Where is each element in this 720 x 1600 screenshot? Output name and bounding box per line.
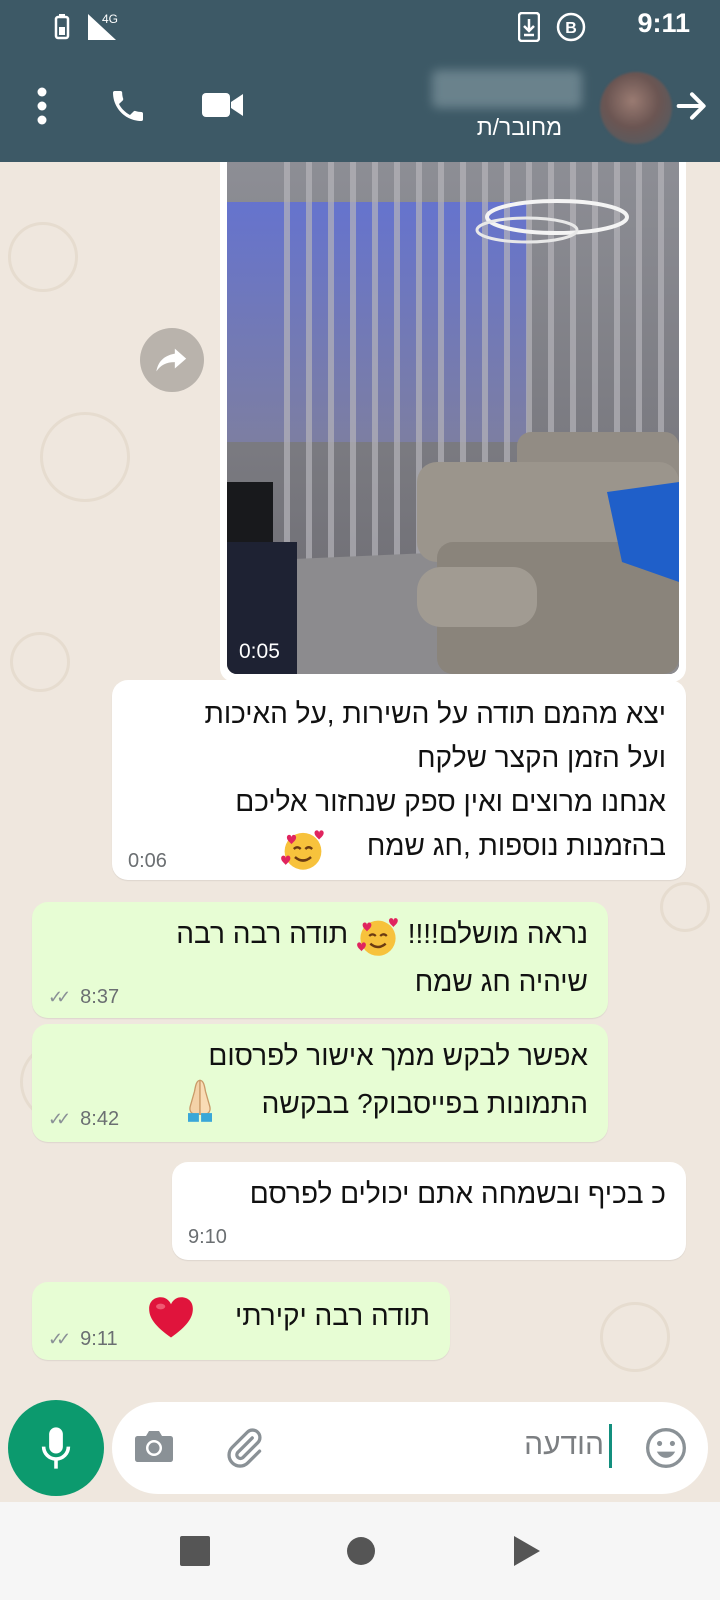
wallpaper-doodle xyxy=(660,882,710,932)
mic-icon xyxy=(41,1427,71,1469)
message-meta: ✓✓ 9:11 xyxy=(48,1328,118,1351)
camera-icon[interactable] xyxy=(134,1428,174,1464)
message-line: אנחנו מרוצים ואין ספק שנחזור אליכם xyxy=(235,786,666,817)
message-time: 8:42 xyxy=(80,1108,120,1130)
emoji-icon[interactable] xyxy=(644,1426,688,1470)
message-meta: ✓✓ 8:37 xyxy=(48,986,119,1009)
wallpaper-doodle xyxy=(8,222,78,292)
message-line: ועל הזמן הקצר שלקח xyxy=(417,742,666,773)
message-bubble-outgoing[interactable]: אפשר לבקש ממך אישור לפרסום התמונות בפייס… xyxy=(32,1024,608,1142)
network-type: 4G xyxy=(102,12,119,26)
read-ticks-icon: ✓✓ xyxy=(48,1329,71,1349)
wallpaper-doodle xyxy=(40,412,130,502)
smiling-face-with-hearts-icon xyxy=(357,917,398,956)
video-message[interactable]: 0:05 xyxy=(220,162,686,682)
avatar[interactable] xyxy=(600,72,672,144)
message-time: 0:06 xyxy=(128,850,167,872)
call-icon[interactable] xyxy=(108,86,148,126)
forward-arrow-icon[interactable] xyxy=(672,86,712,126)
system-nav-bar xyxy=(0,1502,720,1600)
attach-icon[interactable] xyxy=(222,1426,266,1470)
text-cursor xyxy=(609,1424,612,1468)
recent-apps-icon[interactable] xyxy=(180,1536,210,1566)
message-line: יצא מהמם תודה על השירות ,על האיכות xyxy=(204,698,666,729)
contact-status: מחובר/ת xyxy=(476,114,562,140)
living-room-photo xyxy=(227,162,679,674)
chat-area[interactable]: 0:05 יצא מהמם תודה על השירות ,על האיכות … xyxy=(0,162,720,1502)
smiling-face-with-hearts-icon xyxy=(281,830,324,870)
message-meta: ✓✓ 8:42 xyxy=(48,1108,119,1131)
message-line-group: נראה מושלם!!!! תודה רבה רבה xyxy=(176,912,588,958)
read-ticks-icon: ✓✓ xyxy=(48,987,71,1007)
home-icon[interactable] xyxy=(346,1536,376,1566)
b-badge-icon: B xyxy=(556,12,586,42)
message-time: 8:37 xyxy=(80,986,120,1008)
chat-header: מחובר/ת xyxy=(0,56,720,162)
message-line: תודה רבה רבה xyxy=(176,918,349,949)
message-line: נראה מושלם!!!! xyxy=(407,918,588,949)
wallpaper-doodle xyxy=(600,1302,670,1372)
message-bubble-outgoing[interactable]: תודה רבה יקירתי ✓✓ 9:11 xyxy=(32,1282,450,1360)
message-composer[interactable]: הודעה xyxy=(112,1402,708,1494)
wallpaper-doodle xyxy=(10,632,70,692)
video-thumbnail[interactable]: 0:05 xyxy=(227,162,679,674)
message-line: כ בכיף ובשמחה אתם יכולים לפרסם xyxy=(249,1178,666,1209)
share-arrow-icon xyxy=(156,348,187,372)
message-input[interactable]: הודעה xyxy=(524,1428,604,1462)
svg-text:B: B xyxy=(565,20,577,37)
message-line: בהזמנות נוספות ,חג שמח xyxy=(366,830,666,861)
more-vert-icon[interactable] xyxy=(36,86,48,126)
back-icon[interactable] xyxy=(512,1534,542,1568)
forward-message-button[interactable] xyxy=(140,328,204,392)
message-line: אפשר לבקש ממך אישור לפרסום xyxy=(208,1040,588,1071)
message-time: 9:10 xyxy=(188,1226,227,1248)
video-call-icon[interactable] xyxy=(202,90,244,120)
message-bubble-incoming[interactable]: יצא מהמם תודה על השירות ,על האיכות ועל ה… xyxy=(112,680,686,880)
download-icon xyxy=(518,12,540,42)
message-bubble-outgoing[interactable]: נראה מושלם!!!! תודה רבה רבה שיהיה חג שמח… xyxy=(32,902,608,1018)
contact-name-blurred[interactable] xyxy=(432,70,582,108)
battery-icon xyxy=(54,14,70,40)
message-bubble-incoming[interactable]: כ בכיף ובשמחה אתם יכולים לפרסם 9:10 xyxy=(172,1162,686,1260)
status-bar: 4G B 9:11 xyxy=(0,0,720,56)
video-duration: 0:05 xyxy=(239,640,280,663)
clock: 9:11 xyxy=(637,8,690,38)
message-line: שיהיה חג שמח xyxy=(414,966,588,997)
message-line: התמונות בפייסבוק? בבקשה xyxy=(261,1088,588,1119)
read-ticks-icon: ✓✓ xyxy=(48,1109,71,1129)
folded-hands-icon xyxy=(188,1079,212,1122)
message-time: 9:11 xyxy=(80,1328,118,1350)
voice-record-button[interactable] xyxy=(8,1400,104,1496)
red-heart-icon xyxy=(149,1297,193,1338)
message-line: תודה רבה יקירתי xyxy=(234,1300,430,1331)
